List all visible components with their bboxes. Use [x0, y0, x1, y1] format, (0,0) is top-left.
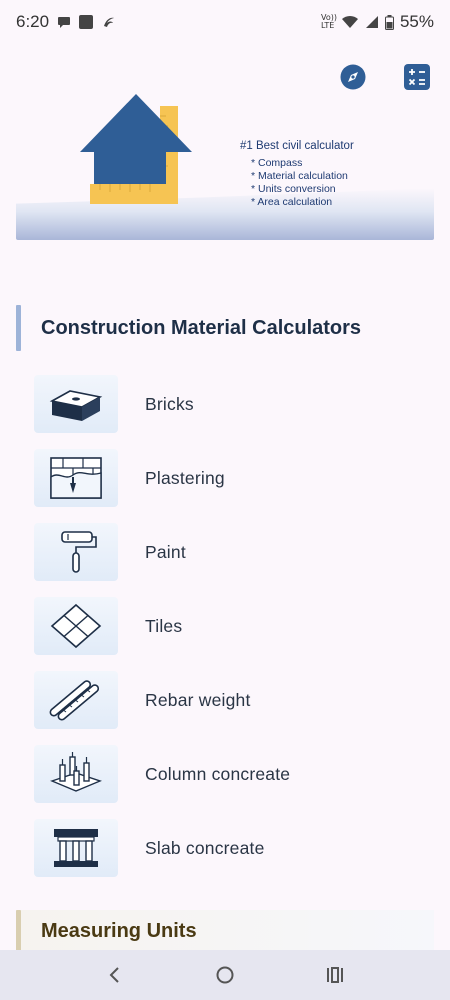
- section-header-materials: Construction Material Calculators: [16, 305, 434, 351]
- calculator-label: Paint: [145, 541, 186, 562]
- brick-icon: [49, 390, 103, 421]
- section-title: Construction Material Calculators: [41, 316, 362, 339]
- calculator-label: Plastering: [145, 467, 225, 488]
- thumbnail: [34, 375, 118, 433]
- app-swirl-icon: [104, 17, 115, 27]
- section-title: Measuring Units: [41, 919, 197, 942]
- tiles-icon: [50, 603, 102, 649]
- status-time: 6:20: [16, 12, 50, 31]
- banner-headline: #1 Best civil calculator: [240, 140, 354, 152]
- rebar-icon: [49, 680, 100, 721]
- status-bar: 6:20 Vo)) LTE 55%: [0, 0, 450, 44]
- thumbnail: [34, 819, 118, 877]
- back-icon: [109, 967, 119, 983]
- recents-icon: [327, 967, 343, 983]
- feature-item: * Area calculation: [251, 196, 333, 208]
- section-accent-bar: [16, 305, 21, 351]
- plastering-icon: [50, 457, 102, 499]
- calculator-item-tiles[interactable]: Tiles: [34, 589, 434, 663]
- network-label: Vo)) LTE: [320, 13, 337, 30]
- calculator-item-plastering[interactable]: Plastering: [34, 441, 434, 515]
- calculator-item-paint[interactable]: Paint: [34, 515, 434, 589]
- thumbnail: [34, 671, 118, 729]
- section-header-measuring-units: Measuring Units: [16, 910, 434, 952]
- thumbnail: [34, 523, 118, 581]
- system-nav-bar: [0, 950, 450, 1000]
- home-button[interactable]: [210, 960, 240, 990]
- back-button[interactable]: [100, 960, 130, 990]
- notification-square-icon: [79, 15, 94, 29]
- calculator-label: Slab concreate: [145, 837, 265, 858]
- calculator-item-rebar-weight[interactable]: Rebar weight: [34, 663, 434, 737]
- column-icon: [50, 752, 102, 792]
- thumbnail: [34, 597, 118, 655]
- calculator-list: Bricks Plastering Paint Tiles Rebar weig…: [34, 367, 434, 885]
- home-icon: [216, 966, 234, 984]
- feature-item: * Material calculation: [251, 170, 348, 182]
- feature-item: * Units conversion: [251, 183, 336, 195]
- house-logo-icon: [80, 94, 192, 204]
- banner-text: #1 Best civil calculator * Compass * Mat…: [240, 140, 354, 209]
- slab-icon: [54, 829, 98, 867]
- signal-icon: [365, 16, 378, 28]
- thumbnail: [34, 745, 118, 803]
- recents-button[interactable]: [320, 960, 350, 990]
- calculator-item-column-concreate[interactable]: Column concreate: [34, 737, 434, 811]
- chat-bubble-icon: [58, 17, 71, 28]
- battery-percent: 55%: [399, 12, 434, 31]
- calculator-label: Bricks: [145, 393, 194, 414]
- calculator-item-slab-concreate[interactable]: Slab concreate: [34, 811, 434, 885]
- thumbnail: [34, 449, 118, 507]
- calculator-item-bricks[interactable]: Bricks: [34, 367, 434, 441]
- calculator-label: Tiles: [145, 615, 183, 636]
- paint-roller-icon: [61, 531, 97, 573]
- feature-item: * Compass: [251, 157, 303, 169]
- calculator-label: Rebar weight: [145, 689, 251, 710]
- feature-list: * Compass * Material calculation * Units…: [240, 157, 354, 209]
- promo-banner: #1 Best civil calculator * Compass * Mat…: [16, 86, 434, 240]
- wifi-icon: [341, 15, 358, 28]
- section-accent-bar: [16, 910, 21, 952]
- battery-icon: [384, 14, 394, 30]
- calculator-label: Column concreate: [145, 763, 291, 784]
